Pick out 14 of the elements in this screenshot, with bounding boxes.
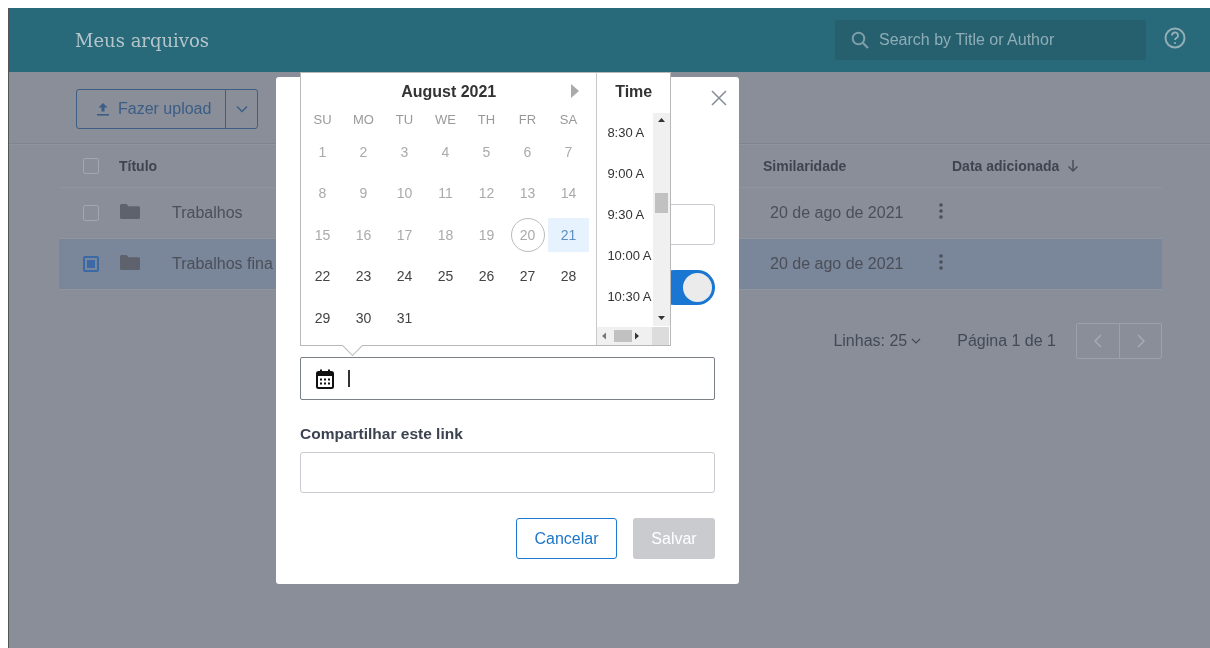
weekday-label: TU	[394, 111, 415, 129]
weekday-label: SU	[312, 111, 333, 129]
page-indicator: Página 1 de 1	[957, 332, 1056, 350]
field-label: Compartilhar este link	[300, 425, 464, 443]
weekday-label: MO	[352, 111, 375, 129]
time-title: Time	[615, 83, 653, 100]
weekday-label: WE	[434, 111, 457, 129]
date-cell-text: 20 de ago de 2021	[770, 204, 905, 222]
weekday-label: TH	[476, 111, 497, 129]
weekday-label: FR	[517, 111, 538, 129]
page-title: Meus arquivos	[75, 29, 211, 51]
month-title: August 2021	[401, 83, 497, 100]
date-cell-text: 20 de ago de 2021	[770, 255, 905, 273]
weekday-label: SA	[558, 111, 579, 129]
